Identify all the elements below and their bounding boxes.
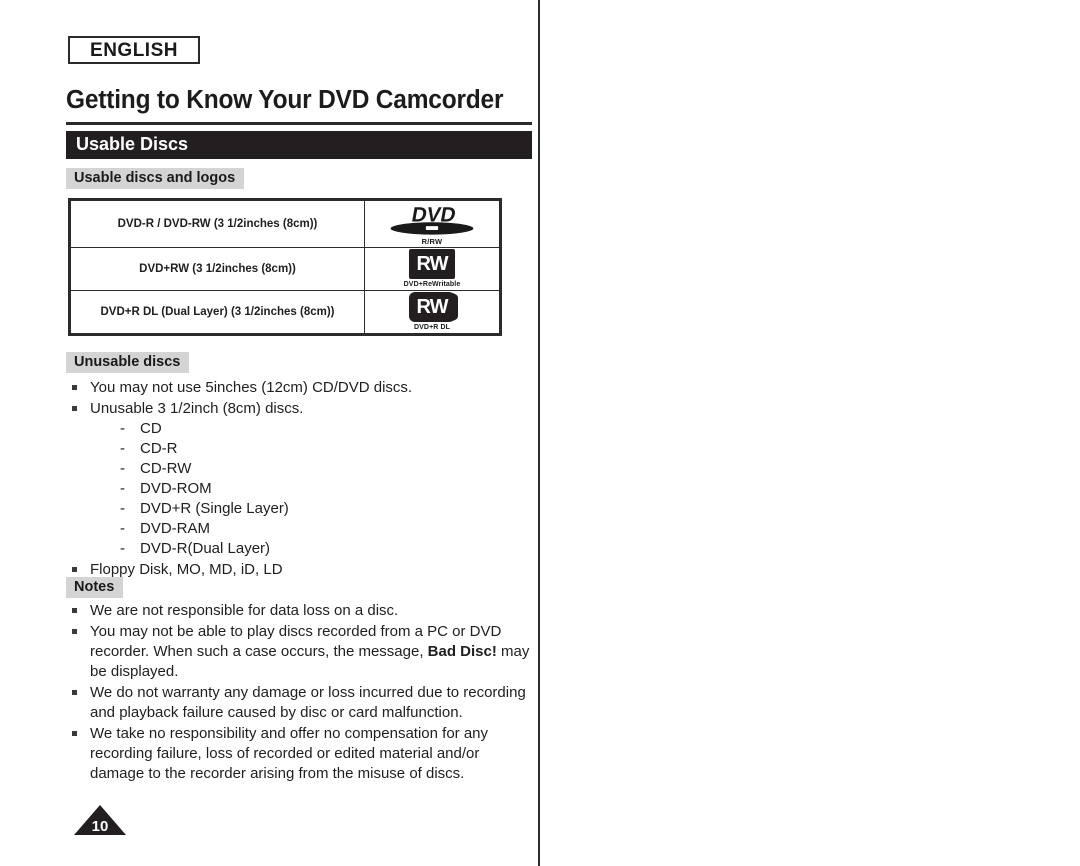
disc-logo-cell: RW DVD+ReWritable (364, 246, 500, 291)
unusable-discs-list-english: You may not use 5inches (12cm) CD/DVD di… (66, 378, 526, 581)
note-item: You may not be able to play discs record… (66, 622, 532, 682)
disc-name-cell: DVD-R / DVD-RW (3 1/2inches (8cm)) (70, 200, 365, 248)
unusable-disc-sublist: CDCD-RCD-RWDVD-ROMDVD+R (Single Layer)DV… (90, 419, 526, 559)
unusable-discs-heading-english: Unusable discs (66, 352, 190, 373)
table-row: DVD+RW (3 1/2inches (8cm)) RW DVD+ReWritab… (70, 246, 500, 291)
logo-caption: R/RW (421, 236, 443, 246)
notes-list-english: We are not responsible for data loss on … (66, 601, 532, 785)
sublist-item: CD (118, 419, 526, 439)
list-item: Unusable 3 1/2inch (8cm) discs.CDCD-RCD-… (66, 399, 526, 559)
usable-discs-heading-english: Usable discs and logos (66, 168, 245, 189)
manual-page: ENGLISH Getting to Know Your DVD Camcord… (0, 0, 1080, 866)
sublist-item: CD-RW (118, 459, 526, 479)
logo-caption: DVD+R DL (414, 324, 450, 332)
disc-logo-cell: RW DVD+R DL (364, 289, 500, 335)
sublist-item: DVD-R(Dual Layer) (118, 539, 526, 559)
table-row: DVD+R DL (Dual Layer) (3 1/2inches (8cm)… (70, 289, 500, 335)
disc-name-cell: DVD+RW (3 1/2inches (8cm)) (70, 246, 365, 291)
note-item: We are not responsible for data loss on … (66, 601, 532, 621)
notes-heading-english: Notes (66, 577, 124, 598)
note-item: We take no responsibility and offer no c… (66, 724, 532, 784)
list-item: You may not use 5inches (12cm) CD/DVD di… (66, 378, 526, 398)
language-badge-english: ENGLISH (68, 36, 200, 64)
disc-logo-cell: DVD R/RW (364, 200, 500, 248)
sublist-item: DVD-ROM (118, 479, 526, 499)
svg-text:DVD: DVD (410, 203, 458, 226)
dvd-plus-r-dl-logo: RW DVD+R DL (365, 292, 499, 331)
rw-badge: RW (409, 249, 455, 280)
rw-badge: RW (409, 292, 455, 323)
page-number: 10 (91, 818, 109, 835)
chinese-column: 臺 灣 瞭解您的 DVD 攝錄放影機 可以播放的光碟 可使用光碟和標誌 DVD-… (538, 0, 1080, 866)
note-item: We do not warranty any damage or loss in… (66, 683, 532, 723)
sublist-item: CD-R (118, 439, 526, 459)
english-column: ENGLISH Getting to Know Your DVD Camcord… (0, 0, 538, 866)
logo-caption: DVD+ReWritable (403, 281, 461, 289)
dvd-r-rw-logo: DVD R/RW (365, 203, 499, 246)
usable-discs-table-english: DVD-R / DVD-RW (3 1/2inches (8cm)) DVD R/R… (68, 198, 502, 336)
disc-name-cell: DVD+R DL (Dual Layer) (3 1/2inches (8cm)… (70, 289, 365, 335)
list-item: Floppy Disk, MO, MD, iD, LD (66, 560, 526, 580)
section-bar-english: Usable Discs (66, 131, 532, 159)
dvd-plus-rw-logo: RW DVD+ReWritable (365, 249, 499, 288)
sublist-item: DVD-RAM (118, 519, 526, 539)
chapter-rule-english (66, 122, 532, 125)
table-row: DVD-R / DVD-RW (3 1/2inches (8cm)) DVD R/R… (70, 200, 500, 248)
chapter-title-english: Getting to Know Your DVD Camcorder (66, 86, 504, 114)
sublist-item: DVD+R (Single Layer) (118, 499, 526, 519)
